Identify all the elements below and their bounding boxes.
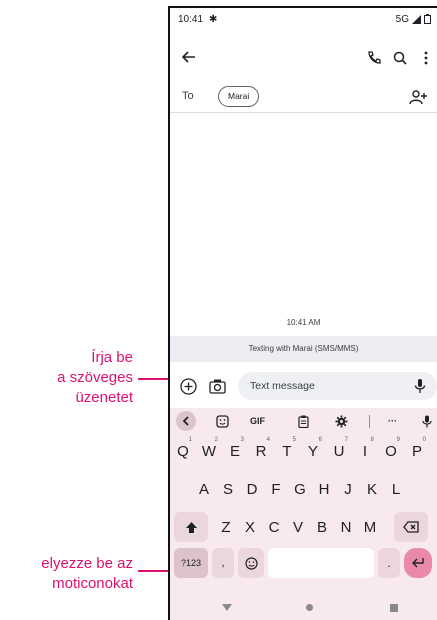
key-g[interactable]: G bbox=[288, 474, 312, 504]
add-person-icon[interactable] bbox=[409, 89, 427, 105]
callout-text-line3: üzenetet bbox=[75, 389, 133, 406]
key-q[interactable]: Q1 bbox=[170, 436, 196, 466]
backspace-icon bbox=[403, 521, 419, 533]
key-d[interactable]: D bbox=[240, 474, 264, 504]
key-c[interactable]: C bbox=[262, 512, 286, 542]
keyboard-toolbar: GIF ··· bbox=[170, 408, 437, 434]
network-type: 5G bbox=[395, 13, 409, 25]
recipient-chip[interactable]: Marai bbox=[218, 86, 260, 107]
phone-screen: 10:41 ✱ 5G To Marai 10:41 AM Texting wit… bbox=[168, 6, 437, 620]
keyboard: GIF ··· Q1 W2 E3 R4 T5 Y6 U7 I8 O9 P0 A … bbox=[170, 408, 437, 620]
callout-text-line2: a szöveges bbox=[57, 369, 133, 386]
key-e[interactable]: E3 bbox=[222, 436, 248, 466]
key-l[interactable]: L bbox=[384, 474, 408, 504]
nav-recents-icon[interactable] bbox=[390, 604, 398, 612]
message-placeholder: Text message bbox=[250, 380, 315, 392]
sticker-icon[interactable] bbox=[216, 414, 229, 428]
callout-text-line1: Írja be bbox=[91, 349, 133, 366]
key-t[interactable]: T5 bbox=[274, 436, 300, 466]
key-x[interactable]: X bbox=[238, 512, 262, 542]
texting-info-bar: Texting with Marai (SMS/MMS) bbox=[170, 336, 437, 362]
back-arrow-icon[interactable] bbox=[180, 48, 198, 66]
emoji-key[interactable] bbox=[238, 548, 264, 578]
key-s[interactable]: S bbox=[216, 474, 240, 504]
mic-icon[interactable] bbox=[413, 378, 427, 394]
key-z[interactable]: Z bbox=[214, 512, 238, 542]
emoji-icon bbox=[244, 556, 258, 570]
toolbar-divider bbox=[369, 415, 370, 428]
status-icons: 5G bbox=[396, 14, 431, 25]
key-k[interactable]: K bbox=[360, 474, 384, 504]
nav-home-icon[interactable] bbox=[306, 604, 313, 611]
shift-key[interactable] bbox=[174, 512, 208, 542]
search-icon[interactable] bbox=[392, 50, 408, 66]
callout-emoji-line1: elyezze be az bbox=[41, 555, 133, 572]
space-key[interactable] bbox=[268, 548, 374, 578]
settings-gear-icon: ✱ bbox=[209, 13, 218, 25]
key-y[interactable]: Y6 bbox=[300, 436, 326, 466]
symbols-key[interactable]: ?123 bbox=[174, 548, 208, 578]
keyboard-settings-icon[interactable] bbox=[335, 414, 348, 428]
callout-type-message: Írja be a szöveges üzenetet bbox=[57, 348, 133, 408]
key-j[interactable]: J bbox=[336, 474, 360, 504]
more-vert-icon[interactable] bbox=[418, 50, 434, 66]
shift-arrow-icon bbox=[185, 521, 197, 533]
key-a[interactable]: A bbox=[192, 474, 216, 504]
nav-back-icon[interactable] bbox=[222, 604, 232, 611]
key-p[interactable]: P0 bbox=[404, 436, 430, 466]
key-o[interactable]: O9 bbox=[378, 436, 404, 466]
key-m[interactable]: M bbox=[358, 512, 382, 542]
gif-button[interactable]: GIF bbox=[250, 414, 265, 428]
key-b[interactable]: B bbox=[310, 512, 334, 542]
status-bar: 10:41 ✱ 5G bbox=[178, 12, 431, 26]
compose-bar: Text message bbox=[170, 368, 437, 404]
recipient-row: To Marai bbox=[170, 82, 437, 113]
key-f[interactable]: F bbox=[264, 474, 288, 504]
comma-key[interactable]: , bbox=[212, 548, 234, 578]
app-bar bbox=[170, 44, 437, 72]
voice-input-icon[interactable] bbox=[422, 414, 432, 428]
more-options-button[interactable]: ··· bbox=[388, 414, 397, 428]
battery-icon bbox=[424, 14, 431, 24]
backspace-key[interactable] bbox=[394, 512, 428, 542]
to-label: To bbox=[182, 90, 194, 102]
period-key[interactable]: . bbox=[378, 548, 400, 578]
message-input[interactable]: Text message bbox=[238, 372, 437, 400]
phone-call-icon[interactable] bbox=[366, 50, 382, 66]
key-h[interactable]: H bbox=[312, 474, 336, 504]
status-time: 10:41 bbox=[178, 13, 204, 25]
system-nav-bar bbox=[170, 596, 437, 620]
message-timestamp: 10:41 AM bbox=[286, 318, 321, 327]
key-i[interactable]: I8 bbox=[352, 436, 378, 466]
callout-insert-emoji: elyezze be az moticonokat bbox=[0, 554, 133, 594]
key-v[interactable]: V bbox=[286, 512, 310, 542]
enter-key[interactable] bbox=[404, 548, 432, 578]
enter-arrow-icon bbox=[412, 558, 424, 568]
callout-emoji-line2: moticonokat bbox=[52, 575, 133, 592]
clipboard-icon[interactable] bbox=[298, 414, 309, 428]
add-attachment-icon[interactable] bbox=[180, 378, 197, 395]
signal-icon bbox=[412, 14, 421, 24]
key-r[interactable]: R4 bbox=[248, 436, 274, 466]
toolbar-collapse-icon[interactable] bbox=[176, 411, 196, 431]
gallery-camera-icon[interactable] bbox=[209, 379, 226, 394]
key-u[interactable]: U7 bbox=[326, 436, 352, 466]
key-w[interactable]: W2 bbox=[196, 436, 222, 466]
key-n[interactable]: N bbox=[334, 512, 358, 542]
